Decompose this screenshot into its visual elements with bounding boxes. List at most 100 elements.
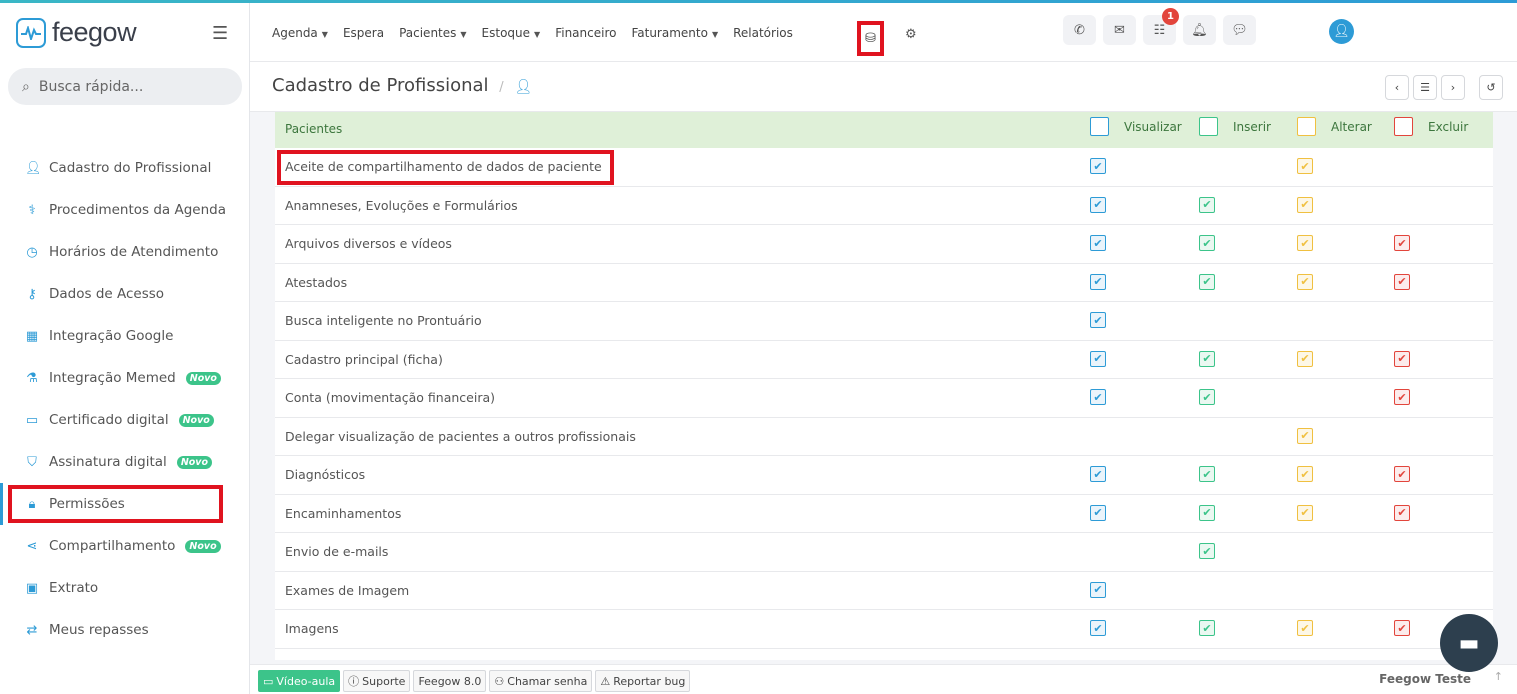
delete-checkbox[interactable]: ✔ bbox=[1394, 620, 1410, 636]
nav-link-0[interactable]: Agenda ▼ bbox=[272, 26, 328, 40]
delete-checkbox[interactable]: ✔ bbox=[1394, 235, 1410, 251]
col-visualizar[interactable]: Visualizar bbox=[1090, 117, 1182, 136]
edit-checkbox[interactable]: ✔ bbox=[1297, 235, 1313, 251]
user-avatar[interactable]: 👤︎ bbox=[1329, 19, 1354, 44]
view-checkbox[interactable]: ✔ bbox=[1090, 504, 1106, 521]
sidebar-item-9[interactable]: ⋖ Compartilhamento Novo bbox=[0, 525, 250, 567]
top-navbar: Agenda ▼ Espera Pacientes ▼ Estoque ▼ Financeir… bbox=[250, 3, 1517, 62]
tasks-icon[interactable]: ☷ 1 bbox=[1143, 8, 1179, 45]
search-icon: ⌕ bbox=[22, 78, 30, 95]
sidebar-item-11[interactable]: ⇄ Meus repasses bbox=[0, 609, 250, 651]
insert-checkbox[interactable]: ✔ bbox=[1199, 543, 1215, 559]
share-icon: ⋖ bbox=[26, 538, 38, 554]
nav-link-2[interactable]: Pacientes ▼ bbox=[399, 26, 466, 40]
logo-text: feegow bbox=[52, 17, 137, 47]
insert-checkbox[interactable]: ✔ bbox=[1199, 235, 1215, 251]
list-button[interactable]: ☰ bbox=[1413, 75, 1437, 100]
delete-checkbox[interactable]: ✔ bbox=[1394, 504, 1410, 521]
view-checkbox[interactable]: ✔ bbox=[1090, 273, 1106, 290]
nav-link-4[interactable]: Financeiro bbox=[555, 26, 616, 40]
edit-checkbox[interactable]: ✔ bbox=[1297, 620, 1313, 636]
permission-label: Atestados bbox=[285, 274, 348, 290]
view-checkbox[interactable]: ✔ bbox=[1090, 466, 1106, 482]
phone-icon[interactable]: ✆ bbox=[1063, 15, 1096, 45]
select-all-delete-checkbox[interactable] bbox=[1394, 117, 1413, 136]
new-badge: Novo bbox=[176, 455, 213, 469]
edit-checkbox[interactable]: ✔ bbox=[1297, 350, 1313, 367]
exchange-icon: ⇄ bbox=[26, 622, 38, 638]
chat-icon[interactable]: 💬︎ bbox=[1223, 15, 1256, 45]
edit-checkbox[interactable]: ✔ bbox=[1297, 196, 1313, 213]
view-checkbox[interactable]: ✔ bbox=[1090, 620, 1106, 636]
scroll-top-icon[interactable]: ↑ bbox=[1494, 670, 1503, 683]
view-checkbox[interactable]: ✔ bbox=[1090, 235, 1106, 251]
settings-gear-icon[interactable]: ⚙ bbox=[905, 27, 917, 42]
edit-checkbox[interactable]: ✔ bbox=[1297, 504, 1313, 521]
edit-checkbox[interactable]: ✔ bbox=[1297, 273, 1313, 290]
select-all-view-checkbox[interactable] bbox=[1090, 117, 1109, 136]
insert-checkbox[interactable]: ✔ bbox=[1199, 466, 1215, 482]
sidebar-item-8[interactable]: 🔒︎ Permissões bbox=[0, 483, 250, 525]
search-input[interactable]: ⌕ Busca rápida... bbox=[8, 68, 242, 105]
nav-link-3[interactable]: Estoque ▼ bbox=[482, 26, 541, 40]
support-button[interactable]: ⓘ Suporte bbox=[343, 670, 411, 692]
delete-checkbox[interactable]: ✔ bbox=[1394, 389, 1410, 405]
flask-icon: ⚗ bbox=[26, 370, 38, 386]
edit-checkbox[interactable]: ✔ bbox=[1297, 427, 1313, 444]
report-bug-button[interactable]: ⚠ Reportar bug bbox=[595, 670, 691, 692]
hamburger-menu-icon[interactable]: ☰ bbox=[212, 23, 228, 44]
sidebar-item-4[interactable]: ▦ Integração Google bbox=[0, 315, 250, 357]
chat-widget-button[interactable]: ▬ bbox=[1440, 614, 1498, 672]
col-excluir[interactable]: Excluir bbox=[1394, 117, 1468, 136]
inbox-icon[interactable]: ✉ bbox=[1103, 15, 1136, 45]
sidebar-item-3[interactable]: ⚷ Dados de Acesso bbox=[0, 273, 250, 315]
sidebar-item-10[interactable]: ▣ Extrato bbox=[0, 567, 250, 609]
view-checkbox[interactable]: ✔ bbox=[1090, 196, 1106, 213]
insert-checkbox[interactable]: ✔ bbox=[1199, 196, 1215, 213]
view-checkbox[interactable]: ✔ bbox=[1090, 389, 1106, 405]
edit-checkbox[interactable]: ✔ bbox=[1297, 466, 1313, 482]
sidebar-item-7[interactable]: ⛉ Assinatura digital Novo bbox=[0, 441, 250, 483]
next-button[interactable]: › bbox=[1441, 75, 1465, 100]
previous-button[interactable]: ‹ bbox=[1385, 75, 1409, 100]
delete-checkbox[interactable]: ✔ bbox=[1394, 466, 1410, 482]
insert-checkbox[interactable]: ✔ bbox=[1199, 350, 1215, 367]
table-row: Atestados ✔ ✔ ✔ ✔ bbox=[275, 264, 1493, 302]
database-button[interactable]: ⛁ bbox=[857, 21, 884, 56]
view-checkbox[interactable]: ✔ bbox=[1090, 350, 1106, 367]
video-lesson-button[interactable]: ▭ Vídeo-aula bbox=[258, 670, 341, 692]
history-button[interactable]: ↺ bbox=[1479, 75, 1503, 100]
sidebar-item-1[interactable]: ⚕ Procedimentos da Agenda bbox=[0, 189, 250, 231]
call-ticket-button[interactable]: ⚇ Chamar senha bbox=[489, 670, 593, 692]
insert-checkbox[interactable]: ✔ bbox=[1199, 504, 1215, 521]
col-alterar[interactable]: Alterar bbox=[1297, 117, 1372, 136]
delete-checkbox[interactable]: ✔ bbox=[1394, 273, 1410, 290]
view-checkbox[interactable]: ✔ bbox=[1090, 158, 1106, 174]
new-badge: Novo bbox=[185, 539, 221, 553]
select-all-edit-checkbox[interactable] bbox=[1297, 117, 1316, 136]
nav-link-6[interactable]: Relatórios bbox=[733, 26, 793, 40]
table-row: Diagnósticos ✔ ✔ ✔ ✔ bbox=[275, 456, 1493, 495]
insert-checkbox[interactable]: ✔ bbox=[1199, 273, 1215, 290]
stethoscope-icon: ⚕ bbox=[28, 202, 36, 218]
sidebar-item-5[interactable]: ⚗ Integração Memed Novo bbox=[0, 357, 250, 399]
sidebar-item-2[interactable]: ◷ Horários de Atendimento bbox=[0, 231, 250, 273]
insert-checkbox[interactable]: ✔ bbox=[1199, 620, 1215, 636]
sidebar-item-6[interactable]: ▭ Certificado digital Novo bbox=[0, 399, 250, 441]
insert-checkbox[interactable]: ✔ bbox=[1199, 389, 1215, 405]
permission-label: Imagens bbox=[285, 621, 339, 636]
brand-logo[interactable]: feegow bbox=[16, 17, 137, 48]
delete-checkbox[interactable]: ✔ bbox=[1394, 350, 1410, 367]
nav-link-1[interactable]: Espera bbox=[343, 26, 384, 40]
permissions-table: Pacientes Visualizar Inserir Alterar Exc… bbox=[275, 112, 1493, 660]
edit-checkbox[interactable]: ✔ bbox=[1297, 158, 1313, 174]
bell-icon[interactable]: 🔔︎ bbox=[1183, 15, 1216, 45]
chevron-down-icon: ▼ bbox=[321, 29, 328, 39]
nav-icon-group: ✆ ✉ ☷ 1 🔔︎ 💬︎ bbox=[1063, 8, 1256, 45]
view-checkbox[interactable]: ✔ bbox=[1090, 312, 1106, 328]
sidebar-item-0[interactable]: 👤︎ Cadastro do Profissional bbox=[0, 147, 250, 189]
select-all-insert-checkbox[interactable] bbox=[1199, 117, 1218, 136]
nav-link-5[interactable]: Faturamento ▼ bbox=[631, 26, 718, 40]
view-checkbox[interactable]: ✔ bbox=[1090, 581, 1106, 598]
col-inserir[interactable]: Inserir bbox=[1199, 117, 1271, 136]
